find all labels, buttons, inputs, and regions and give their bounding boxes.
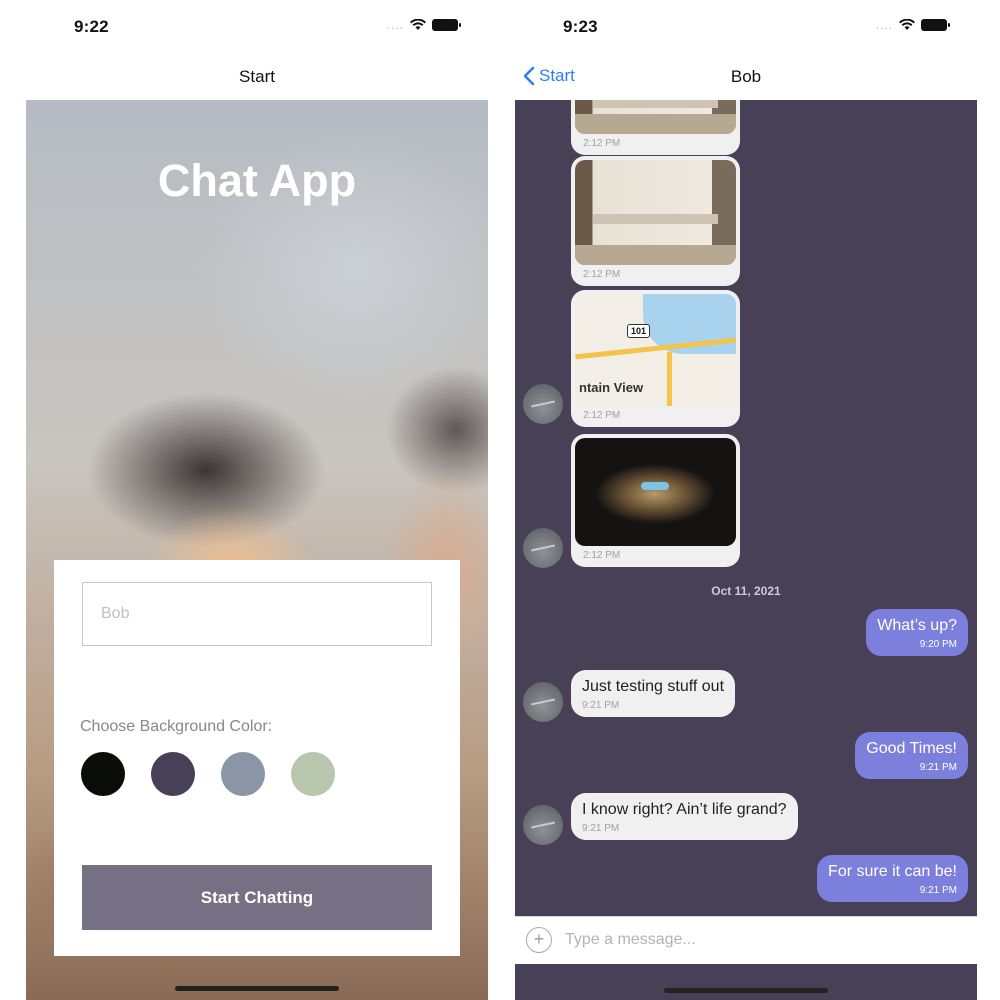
signal-icon: .... [386,18,404,32]
image-message[interactable]: 2:12 PM [571,434,740,567]
nav-title: Start [239,67,275,86]
status-bar: 9:22 .... [26,0,488,55]
battery-icon [432,19,461,31]
incoming-message[interactable]: Just testing stuff out 9:21 PM [571,670,736,717]
message-time: 2:12 PM [583,550,621,561]
status-time: 9:23 [563,17,598,36]
message-text: Just testing stuff out [582,678,725,695]
location-message[interactable]: 101 ntain View 2:12 PM [571,290,740,427]
outgoing-message[interactable]: Good Times! 9:21 PM [855,732,968,779]
message-text: I know right? Ain’t life grand? [582,801,787,818]
image-message[interactable]: 2:12 PM [571,100,740,155]
name-input[interactable] [82,582,432,646]
message-time: 2:12 PM [583,138,621,149]
message-image[interactable] [575,438,736,546]
image-message[interactable]: 2:12 PM [571,156,740,286]
message-image[interactable] [575,100,736,134]
date-separator: Oct 11, 2021 [711,584,781,598]
bottom-safe-area [515,964,977,1000]
screenshot-root: 9:22 .... Start Chat App Choose Backgrou… [0,0,1000,1000]
message-time: 9:21 PM [919,762,957,773]
message-time: 2:12 PM [583,410,621,421]
status-icons: .... [875,18,950,32]
wifi-icon [410,19,426,30]
route-shield: 101 [627,324,651,338]
app-title: Chat App [157,155,357,206]
start-screen: 9:22 .... Start Chat App Choose Backgrou… [26,0,488,1000]
battery-icon [921,19,950,31]
message-text: What’s up? [877,617,957,634]
color-swatch-black[interactable] [81,752,125,796]
color-swatch-green[interactable] [291,752,335,796]
color-swatch-gray-blue[interactable] [221,752,265,796]
plus-icon: + [533,929,545,949]
incoming-message[interactable]: I know right? Ain’t life grand? 9:21 PM [571,793,798,840]
avatar [523,384,563,424]
status-bar: 9:23 .... [515,0,977,55]
chat-screen: 9:23 .... Start Bob 2:12 PM 2:12 PM 101 … [515,0,977,1000]
message-list[interactable]: 2:12 PM 2:12 PM 101 ntain View 2:12 PM 2… [515,100,977,916]
avatar [523,528,563,568]
signal-icon: .... [875,18,893,32]
start-form: Choose Background Color: Start Chatting [54,560,460,956]
map-road [667,352,672,406]
message-time: 9:21 PM [919,885,957,896]
start-chatting-button[interactable]: Start Chatting [82,865,432,930]
background-image: Chat App Choose Background Color: Start … [26,100,488,1000]
message-input[interactable] [565,925,945,955]
map-image[interactable]: 101 ntain View [575,294,736,406]
message-text: Good Times! [866,740,957,757]
avatar [523,805,563,845]
avatar [523,682,563,722]
status-icons: .... [386,18,461,32]
map-label: ntain View [579,380,644,395]
message-image[interactable] [575,160,736,265]
message-time: 9:21 PM [582,700,620,711]
image-highlight [641,482,669,490]
status-time: 9:22 [74,17,109,36]
color-swatch-purple[interactable] [151,752,195,796]
nav-title: Bob [730,67,762,86]
home-indicator [175,986,339,991]
outgoing-message[interactable]: What’s up? 9:20 PM [866,609,968,656]
message-time: 9:20 PM [919,639,957,650]
message-composer: + [515,916,977,964]
add-attachment-button[interactable]: + [526,927,552,953]
message-text: For sure it can be! [828,863,957,880]
message-time: 2:12 PM [583,269,621,280]
wifi-icon [899,19,915,30]
outgoing-message[interactable]: For sure it can be! 9:21 PM [817,855,968,902]
message-time: 9:21 PM [582,823,620,834]
color-choice-label: Choose Background Color: [80,718,273,735]
home-indicator [664,988,828,993]
navigation-bar: Start [26,55,488,100]
navigation-bar: Start Bob [515,55,977,100]
